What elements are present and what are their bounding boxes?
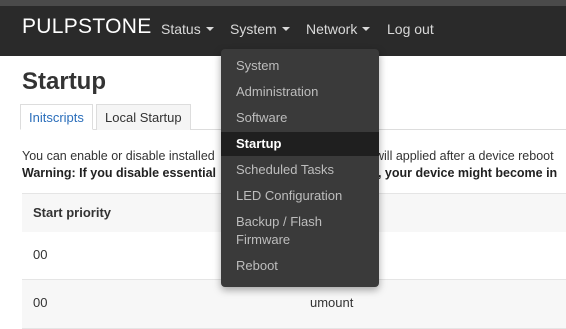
warning-left: Warning: If you disable essential [22,166,217,180]
tab-initscripts[interactable]: Initscripts [20,104,93,130]
nav-system-label: System [230,21,277,37]
menu-item-system[interactable]: System [221,54,379,78]
description-left: You can enable or disable installed [22,149,215,163]
nav-status[interactable]: Status [161,21,214,37]
menu-item-reboot[interactable]: Reboot [221,254,379,278]
chevron-down-icon [281,27,290,32]
top-navbar: PULPSTONE Status System Network Log out [0,0,566,56]
system-dropdown-menu: System Administration Software Startup S… [221,49,379,287]
description-right: will applied after a device reboot [375,149,554,163]
nav-logout[interactable]: Log out [387,21,434,37]
table-row: 00 umount [22,280,566,329]
nav-system[interactable]: System [230,21,290,37]
menu-item-led-configuration[interactable]: LED Configuration [221,184,379,208]
row-priority: 00 [33,295,48,310]
menu-item-scheduled-tasks[interactable]: Scheduled Tasks [221,158,379,182]
column-header-start-priority: Start priority [33,205,112,220]
row-priority: 00 [33,247,48,262]
menu-item-backup-flash-firmware[interactable]: Backup / Flash Firmware [221,210,379,252]
brand-logo[interactable]: PULPSTONE [22,15,152,39]
nav-status-label: Status [161,21,201,37]
chevron-down-icon [205,27,214,32]
tab-local-startup[interactable]: Local Startup [96,104,191,130]
description-text: You can enable or disable installed will … [22,149,554,163]
row-initscript-name: umount [310,295,354,310]
menu-item-administration[interactable]: Administration [221,80,379,104]
nav-network[interactable]: Network [306,21,371,37]
menu-item-software[interactable]: Software [221,106,379,130]
nav-network-label: Network [306,21,358,37]
chevron-down-icon [362,27,371,32]
menu-item-startup[interactable]: Startup [221,132,379,156]
warning-right: ', your device might become in [375,166,558,180]
page-title: Startup [22,68,106,95]
warning-text: Warning: If you disable essential ', your… [22,166,557,180]
